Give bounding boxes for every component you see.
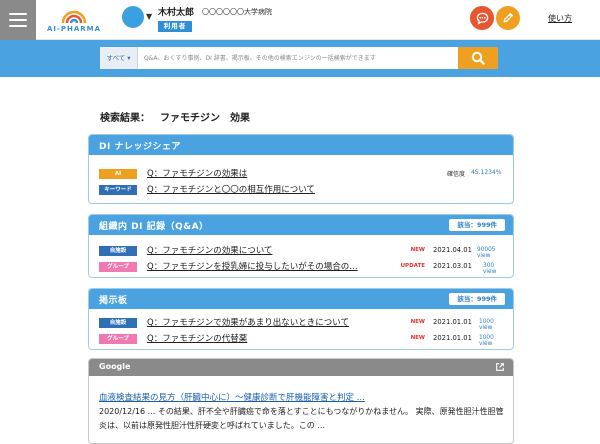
- results-query: ファモチジン 効果: [160, 113, 250, 124]
- post-date: 2021.03.01: [433, 262, 472, 270]
- org-di-records-panel: 組織内 DI 記録（Q&A） 該当：999件 自施設 Q：ファモチジンの効果につ…: [88, 214, 514, 278]
- post-date: 2021.01.01: [433, 334, 472, 342]
- search-input[interactable]: [144, 47, 454, 69]
- list-item: グループ Q：ファモチジンを授乳婦に投与したいがその場合の… UPDATE 20…: [99, 260, 507, 275]
- view-count: 1000 view: [479, 319, 494, 331]
- search-button[interactable]: [458, 47, 498, 69]
- post-date: 2021.01.01: [433, 318, 472, 326]
- di-knowledge-panel: DI ナレッジシェア AI Q：ファモチジンの効果は 確信度 45.1234% …: [88, 134, 514, 204]
- user-name: 木村太郎: [158, 8, 195, 18]
- google-results-panel: Google 血液検査結果の見方（肝臓中心に）～健康診断で肝機能障害と判定 ..…: [88, 358, 514, 444]
- question-link[interactable]: Q：ファモチジンを授乳婦に投与したいがその場合の…: [147, 260, 358, 272]
- new-flag: NEW: [410, 319, 425, 325]
- search-scope-select[interactable]: すべて ▾: [100, 47, 138, 69]
- results-title: 検索結果： ファモチジン 効果: [100, 109, 250, 124]
- google-header: Google: [89, 359, 513, 376]
- panel-title: Google: [99, 362, 131, 371]
- self-facility-tag: 自施設: [99, 246, 137, 256]
- user-menu-chevron-down-icon[interactable]: ▼: [146, 12, 152, 21]
- list-item: キーワード Q：ファモチジンと〇〇の相互作用について: [99, 183, 507, 197]
- edit-button[interactable]: [496, 6, 520, 30]
- search-bar: すべて ▾: [100, 47, 498, 69]
- panel-title: 組織内 DI 記録（Q&A）: [99, 222, 209, 232]
- chat-bubble-icon: [476, 12, 488, 25]
- count-badge: 該当：999件: [449, 219, 505, 231]
- di-knowledge-header: DI ナレッジシェア: [89, 135, 513, 155]
- user-avatar[interactable]: [122, 6, 144, 28]
- chat-button[interactable]: [470, 6, 494, 30]
- update-flag: UPDATE: [400, 263, 425, 269]
- view-count: 300 view: [483, 263, 497, 275]
- question-link[interactable]: Q：ファモチジンの効果は: [147, 167, 247, 179]
- new-flag: NEW: [410, 335, 425, 341]
- google-result-link[interactable]: 血液検査結果の見方（肝臓中心に）～健康診断で肝機能障害と判定 ...: [99, 391, 365, 403]
- question-link[interactable]: Q：ファモチジンで効果があまり出ないときについて: [147, 316, 349, 328]
- org-di-records-header: 組織内 DI 記録（Q&A） 該当：999件: [89, 215, 513, 235]
- question-link[interactable]: Q：ファモチジンと〇〇の相互作用について: [147, 183, 315, 195]
- list-item: グループ Q：ファモチジンの代替薬 NEW 2021.01.01 1000 vi…: [99, 332, 507, 347]
- ai-tag: AI: [99, 169, 137, 179]
- group-tag: グループ: [99, 334, 137, 344]
- bulletin-board-panel: 掲示板 該当：999件 自施設 Q：ファモチジンで効果があまり出ないときについて…: [88, 288, 514, 350]
- organization-name: 〇〇〇〇〇〇大学病院: [202, 8, 272, 16]
- keyword-tag: キーワード: [99, 185, 137, 195]
- count-badge: 該当：999件: [449, 293, 505, 305]
- help-link[interactable]: 使い方: [548, 13, 572, 24]
- question-link[interactable]: Q：ファモチジンの効果について: [147, 244, 272, 256]
- app-logo[interactable]: AI-PHARMA: [44, 5, 104, 35]
- view-count: 1000 view: [479, 335, 494, 347]
- panel-title: 掲示板: [99, 296, 128, 306]
- list-item: 自施設 Q：ファモチジンの効果について NEW 2021.04.01 90005…: [99, 244, 507, 259]
- self-facility-tag: 自施設: [99, 318, 137, 328]
- group-tag: グループ: [99, 262, 137, 272]
- menu-line-icon: [9, 13, 27, 15]
- logo-text: AI-PHARMA: [46, 25, 102, 33]
- hamburger-menu-button[interactable]: [0, 0, 36, 40]
- pencil-icon: [503, 13, 513, 23]
- post-date: 2021.04.01: [433, 246, 472, 254]
- logo-arc-icon: [61, 10, 87, 24]
- app-header: AI-PHARMA ▼ 木村太郎 〇〇〇〇〇〇大学病院 利用者 使い方: [0, 0, 600, 40]
- reliability-label: 確信度: [447, 171, 466, 178]
- external-link-icon[interactable]: [495, 362, 505, 372]
- user-role-badge: 利用者: [158, 21, 192, 32]
- bulletin-board-header: 掲示板 該当：999件: [89, 289, 513, 309]
- question-link[interactable]: Q：ファモチジンの代替薬: [147, 332, 247, 344]
- search-band: すべて ▾: [0, 40, 600, 77]
- menu-line-icon: [9, 19, 27, 21]
- google-result-snippet: 2020/12/16 ... その結果、肝不全や肝臓癌で命を落とすことにもつなが…: [99, 407, 504, 430]
- results-label: 検索結果：: [100, 113, 150, 124]
- reliability-value: 45.1234%: [471, 169, 502, 176]
- new-flag: NEW: [410, 247, 425, 253]
- list-item: 自施設 Q：ファモチジンで効果があまり出ないときについて NEW 2021.01…: [99, 316, 507, 331]
- panel-title: DI ナレッジシェア: [99, 142, 181, 152]
- view-count: 90005 view: [477, 247, 496, 259]
- search-icon: [471, 51, 485, 65]
- list-item: AI Q：ファモチジンの効果は 確信度 45.1234%: [99, 167, 507, 181]
- menu-line-icon: [9, 25, 27, 27]
